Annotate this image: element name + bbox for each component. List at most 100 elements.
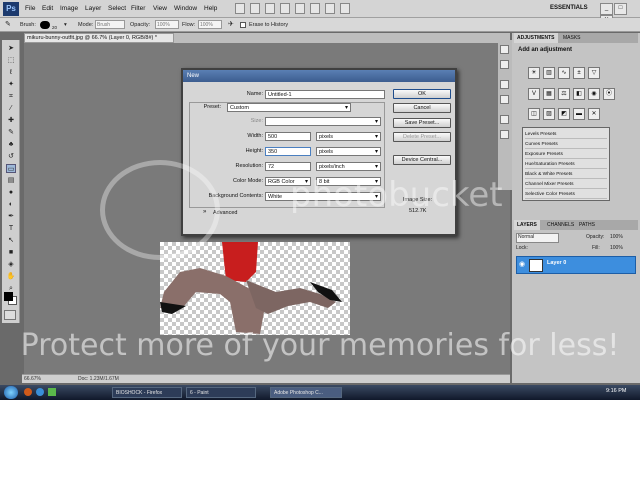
gradient-tool-icon[interactable]: ▤ bbox=[6, 176, 16, 185]
device-central-button[interactable]: Device Central... bbox=[393, 155, 451, 165]
save-preset-button[interactable]: Save Preset... bbox=[393, 118, 451, 128]
task-paint[interactable]: 6 - Paint bbox=[186, 387, 256, 398]
posterize-icon[interactable]: ▨ bbox=[543, 108, 555, 120]
brush-tool-icon[interactable]: ✎ bbox=[6, 128, 16, 137]
width-input[interactable]: 500 bbox=[265, 132, 311, 141]
eye-icon[interactable]: ◉ bbox=[519, 261, 527, 269]
menu-help[interactable]: Help bbox=[204, 3, 217, 15]
healing-brush-icon[interactable]: ✚ bbox=[6, 116, 16, 125]
layer-row[interactable]: ◉ Layer 0 bbox=[516, 256, 636, 274]
vibrance-icon[interactable]: ▽ bbox=[588, 67, 600, 79]
preset-item[interactable]: Black & White Presets bbox=[525, 170, 607, 179]
flow-field[interactable]: 100% bbox=[198, 20, 222, 29]
resolution-input[interactable]: 72 bbox=[265, 162, 311, 171]
preset-item[interactable]: Levels Presets bbox=[525, 130, 607, 139]
eyedropper-icon[interactable]: ⁄ bbox=[6, 104, 16, 113]
tab-layers[interactable]: LAYERS bbox=[514, 220, 540, 230]
document-canvas[interactable] bbox=[160, 242, 350, 335]
ok-button[interactable]: OK bbox=[393, 89, 451, 99]
menu-layer[interactable]: Layer bbox=[85, 3, 101, 15]
actions-panel-icon[interactable] bbox=[500, 60, 509, 69]
status-zoom[interactable]: 66.67% bbox=[24, 375, 41, 384]
marquee-tool-icon[interactable]: ⬚ bbox=[6, 56, 16, 65]
shape-tool-icon[interactable]: ■ bbox=[6, 248, 16, 257]
path-selection-icon[interactable]: ↖ bbox=[6, 236, 16, 245]
name-input[interactable]: Untitled-1 bbox=[265, 90, 385, 99]
preset-item[interactable]: Selective Color Presets bbox=[525, 190, 607, 199]
magic-wand-icon[interactable]: ✦ bbox=[6, 80, 16, 89]
erase-history-checkbox[interactable] bbox=[240, 22, 246, 28]
resolution-unit-select[interactable]: pixels/inch bbox=[316, 162, 381, 171]
blend-mode-select[interactable]: Normal bbox=[516, 233, 559, 243]
document-tab[interactable]: mikuru-bunny-outfit.jpg @ 66.7% (Layer 0… bbox=[24, 33, 174, 43]
levels-icon[interactable]: ▥ bbox=[543, 67, 555, 79]
gradient-map-icon[interactable]: ▬ bbox=[573, 108, 585, 120]
vibrance-v-icon[interactable]: V bbox=[528, 88, 540, 100]
screen-mode-icon[interactable] bbox=[340, 3, 350, 14]
menu-image[interactable]: Image bbox=[60, 3, 78, 15]
menu-filter[interactable]: Filter bbox=[131, 3, 145, 15]
firefox-quicklaunch-icon[interactable] bbox=[24, 388, 32, 396]
brightness-contrast-icon[interactable]: ☀ bbox=[528, 67, 540, 79]
maximize-button[interactable]: □ bbox=[614, 3, 627, 15]
history-panel-icon[interactable] bbox=[500, 45, 509, 54]
task-firefox[interactable]: BIOSHOCK - Firefox bbox=[112, 387, 182, 398]
height-input[interactable]: 350 bbox=[265, 147, 311, 156]
move-tool-icon[interactable]: ➤ bbox=[6, 44, 16, 53]
3d-rotate-icon[interactable]: ◈ bbox=[6, 260, 16, 269]
fill-field[interactable]: 100% bbox=[610, 243, 623, 253]
preset-item[interactable]: Curves Presets bbox=[525, 140, 607, 149]
brushes-panel-icon[interactable] bbox=[500, 80, 509, 89]
tab-paths[interactable]: PATHS bbox=[576, 220, 598, 230]
crop-tool-icon[interactable]: ⌗ bbox=[6, 92, 16, 101]
width-unit-select[interactable]: pixels bbox=[316, 132, 381, 141]
hand-tool-icon[interactable] bbox=[280, 3, 290, 14]
lasso-tool-icon[interactable]: ℓ bbox=[6, 68, 16, 77]
minimize-button[interactable]: _ bbox=[600, 3, 613, 15]
blur-tool-icon[interactable]: ● bbox=[6, 188, 16, 197]
preset-select[interactable]: Custom bbox=[227, 103, 351, 112]
minibridge-icon[interactable] bbox=[250, 3, 260, 14]
opacity-field[interactable]: 100% bbox=[155, 20, 179, 29]
tab-adjustments[interactable]: ADJUSTMENTS bbox=[514, 33, 558, 43]
pen-tool-icon[interactable]: ✒ bbox=[6, 212, 16, 221]
eraser-tool-icon[interactable]: ✎ bbox=[5, 20, 11, 30]
hue-saturation-icon[interactable]: ▦ bbox=[543, 88, 555, 100]
curves-icon[interactable]: ∿ bbox=[558, 67, 570, 79]
task-photoshop[interactable]: Adobe Photoshop C... bbox=[270, 387, 342, 398]
media-quicklaunch-icon[interactable] bbox=[48, 388, 56, 396]
preset-item[interactable]: Hue/Saturation Presets bbox=[525, 160, 607, 169]
height-unit-select[interactable]: pixels bbox=[316, 147, 381, 156]
mode-select[interactable]: Brush bbox=[95, 20, 125, 29]
menu-edit[interactable]: Edit bbox=[42, 3, 53, 15]
channel-mixer-icon[interactable]: ⦿ bbox=[603, 88, 615, 100]
zoom-tool-icon[interactable] bbox=[295, 3, 305, 14]
threshold-icon[interactable]: ◩ bbox=[558, 108, 570, 120]
dodge-tool-icon[interactable]: ◐ bbox=[6, 200, 16, 209]
menu-select[interactable]: Select bbox=[108, 3, 126, 15]
clone-source-panel-icon[interactable] bbox=[500, 95, 509, 104]
color-balance-icon[interactable]: ⚖ bbox=[558, 88, 570, 100]
rotate-view-icon[interactable] bbox=[310, 3, 320, 14]
brush-preview-icon[interactable] bbox=[40, 21, 50, 29]
selective-color-icon[interactable]: ✕ bbox=[588, 108, 600, 120]
airbrush-icon[interactable]: ✈ bbox=[228, 20, 234, 30]
quick-mask-icon[interactable] bbox=[4, 310, 16, 320]
arrange-documents-icon[interactable] bbox=[325, 3, 335, 14]
eraser-tool-icon[interactable]: ▭ bbox=[6, 164, 16, 173]
zoom-level-icon[interactable] bbox=[265, 3, 275, 14]
ie-quicklaunch-icon[interactable] bbox=[36, 388, 44, 396]
black-white-icon[interactable]: ◧ bbox=[573, 88, 585, 100]
history-brush-icon[interactable]: ↺ bbox=[6, 152, 16, 161]
bridge-icon[interactable] bbox=[235, 3, 245, 14]
hand-tool-icon[interactable]: ✋ bbox=[6, 272, 16, 281]
invert-icon[interactable]: ◫ bbox=[528, 108, 540, 120]
start-button[interactable] bbox=[4, 386, 18, 399]
menu-window[interactable]: Window bbox=[174, 3, 197, 15]
cancel-button[interactable]: Cancel bbox=[393, 103, 451, 113]
preset-item[interactable]: Channel Mixer Presets bbox=[525, 180, 607, 189]
character-panel-icon[interactable] bbox=[500, 115, 509, 124]
tab-masks[interactable]: MASKS bbox=[560, 33, 584, 43]
menu-view[interactable]: View bbox=[153, 3, 167, 15]
clone-stamp-icon[interactable]: ♣ bbox=[6, 140, 16, 149]
